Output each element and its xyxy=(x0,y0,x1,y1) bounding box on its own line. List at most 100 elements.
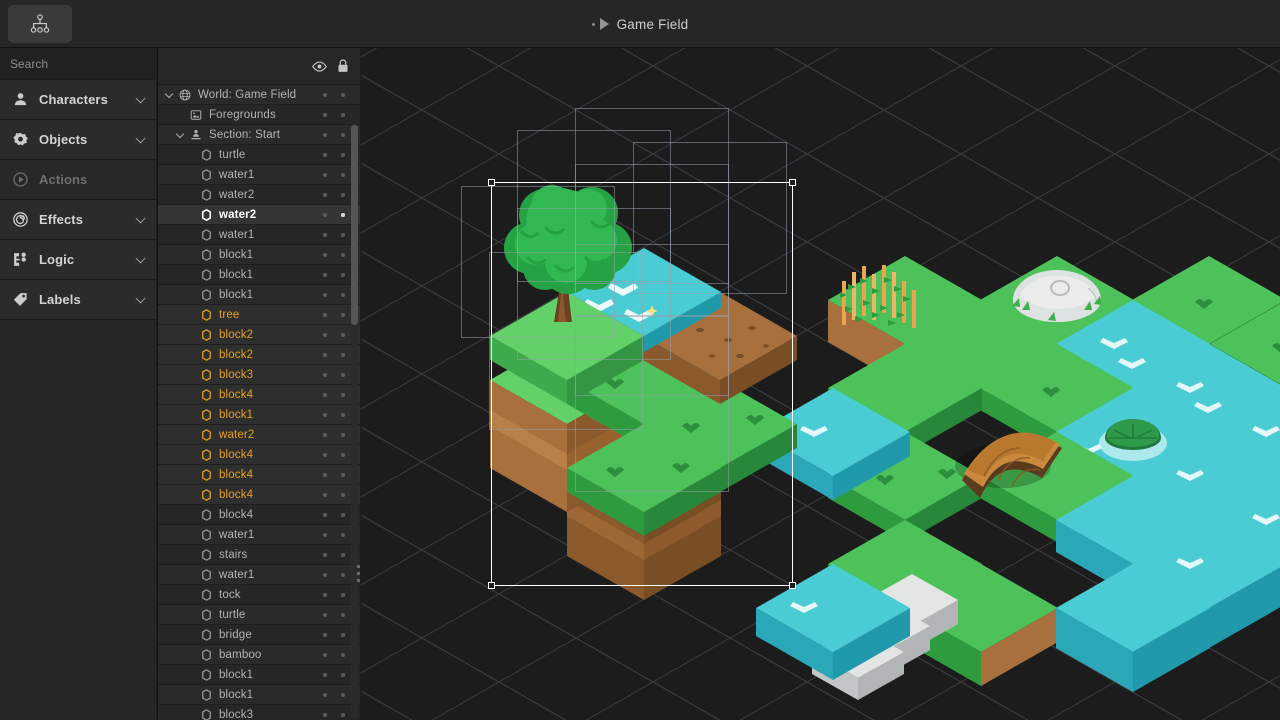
visibility-toggle[interactable] xyxy=(316,613,334,617)
visibility-toggle[interactable] xyxy=(316,293,334,297)
visibility-toggle[interactable] xyxy=(316,393,334,397)
lock-toggle[interactable] xyxy=(334,233,352,237)
visibility-toggle[interactable] xyxy=(316,133,334,137)
lock-toggle[interactable] xyxy=(334,613,352,617)
layer-row[interactable]: water2 xyxy=(158,425,360,445)
lock-toggle[interactable] xyxy=(334,433,352,437)
layer-row[interactable]: water1 xyxy=(158,565,360,585)
lock-toggle[interactable] xyxy=(334,493,352,497)
lock-toggle[interactable] xyxy=(334,473,352,477)
layer-row[interactable]: block1 xyxy=(158,265,360,285)
lock-toggle[interactable] xyxy=(334,193,352,197)
visibility-toggle[interactable] xyxy=(316,373,334,377)
layer-row[interactable]: block1 xyxy=(158,245,360,265)
visibility-toggle[interactable] xyxy=(316,493,334,497)
lock-toggle[interactable] xyxy=(334,253,352,257)
lock-toggle[interactable] xyxy=(334,653,352,657)
layer-tree-list[interactable]: World: Game FieldForegroundsSection: Sta… xyxy=(158,85,360,720)
lock-toggle[interactable] xyxy=(334,413,352,417)
layer-row[interactable]: water1 xyxy=(158,225,360,245)
layer-row[interactable]: Foregrounds xyxy=(158,105,360,125)
lock-toggle[interactable] xyxy=(334,173,352,177)
lock-toggle[interactable] xyxy=(334,593,352,597)
layer-row[interactable]: stairs xyxy=(158,545,360,565)
search-input[interactable] xyxy=(10,57,165,71)
lock-toggle[interactable] xyxy=(334,273,352,277)
visibility-toggle[interactable] xyxy=(316,153,334,157)
chevron-down-icon[interactable] xyxy=(136,213,146,223)
panel-resize-handle[interactable] xyxy=(356,558,361,588)
lock-toggle[interactable] xyxy=(334,573,352,577)
visibility-toggle[interactable] xyxy=(316,513,334,517)
eye-icon[interactable] xyxy=(312,61,327,72)
layer-row[interactable]: block2 xyxy=(158,325,360,345)
lock-toggle[interactable] xyxy=(334,113,352,117)
layer-row[interactable]: tock xyxy=(158,585,360,605)
layer-row[interactable]: turtle xyxy=(158,145,360,165)
visibility-toggle[interactable] xyxy=(316,253,334,257)
layer-row[interactable]: World: Game Field xyxy=(158,85,360,105)
hierarchy-button[interactable] xyxy=(8,5,72,43)
layer-row[interactable]: block1 xyxy=(158,685,360,705)
layer-row[interactable]: block3 xyxy=(158,705,360,720)
layer-scrollbar-thumb[interactable] xyxy=(351,125,358,325)
visibility-toggle[interactable] xyxy=(316,173,334,177)
isometric-game-field-viewport[interactable] xyxy=(361,48,1280,720)
visibility-toggle[interactable] xyxy=(316,233,334,237)
layer-row[interactable]: block4 xyxy=(158,465,360,485)
lock-toggle[interactable] xyxy=(334,293,352,297)
chevron-down-icon[interactable] xyxy=(136,93,146,103)
sidebar-item-characters[interactable]: Characters xyxy=(0,80,156,120)
visibility-toggle[interactable] xyxy=(316,113,334,117)
layer-row[interactable]: block4 xyxy=(158,505,360,525)
layer-row[interactable]: block4 xyxy=(158,445,360,465)
visibility-toggle[interactable] xyxy=(316,593,334,597)
layer-row[interactable]: water2 xyxy=(158,185,360,205)
lock-toggle[interactable] xyxy=(334,313,352,317)
layer-row[interactable]: water2 xyxy=(158,205,360,225)
visibility-toggle[interactable] xyxy=(316,553,334,557)
lock-toggle[interactable] xyxy=(334,513,352,517)
chevron-down-icon[interactable] xyxy=(136,133,146,143)
layer-row[interactable]: Section: Start xyxy=(158,125,360,145)
layer-row[interactable]: block3 xyxy=(158,365,360,385)
visibility-toggle[interactable] xyxy=(316,473,334,477)
visibility-toggle[interactable] xyxy=(316,93,334,97)
visibility-toggle[interactable] xyxy=(316,213,334,217)
visibility-toggle[interactable] xyxy=(316,713,334,717)
layer-row[interactable]: block4 xyxy=(158,385,360,405)
visibility-toggle[interactable] xyxy=(316,673,334,677)
lock-toggle[interactable] xyxy=(334,153,352,157)
lock-toggle[interactable] xyxy=(334,213,352,217)
layer-row[interactable]: water1 xyxy=(158,525,360,545)
visibility-toggle[interactable] xyxy=(316,693,334,697)
visibility-toggle[interactable] xyxy=(316,573,334,577)
visibility-toggle[interactable] xyxy=(316,273,334,277)
visibility-toggle[interactable] xyxy=(316,313,334,317)
lock-toggle[interactable] xyxy=(334,393,352,397)
visibility-toggle[interactable] xyxy=(316,333,334,337)
visibility-toggle[interactable] xyxy=(316,633,334,637)
sidebar-item-effects[interactable]: Effects xyxy=(0,200,156,240)
lock-toggle[interactable] xyxy=(334,693,352,697)
visibility-toggle[interactable] xyxy=(316,533,334,537)
visibility-toggle[interactable] xyxy=(316,353,334,357)
sidebar-item-labels[interactable]: Labels xyxy=(0,280,156,320)
lock-icon[interactable] xyxy=(337,59,349,73)
lock-toggle[interactable] xyxy=(334,133,352,137)
chevron-down-icon[interactable] xyxy=(166,90,175,99)
lock-toggle[interactable] xyxy=(334,533,352,537)
sidebar-item-objects[interactable]: Objects xyxy=(0,120,156,160)
visibility-toggle[interactable] xyxy=(316,653,334,657)
visibility-toggle[interactable] xyxy=(316,413,334,417)
lock-toggle[interactable] xyxy=(334,633,352,637)
lock-toggle[interactable] xyxy=(334,713,352,717)
search-row[interactable] xyxy=(0,48,156,80)
visibility-toggle[interactable] xyxy=(316,433,334,437)
layer-row[interactable]: block1 xyxy=(158,665,360,685)
layer-row[interactable]: water1 xyxy=(158,165,360,185)
layer-row[interactable]: block4 xyxy=(158,485,360,505)
visibility-toggle[interactable] xyxy=(316,453,334,457)
layer-row[interactable]: block2 xyxy=(158,345,360,365)
layer-row[interactable]: bridge xyxy=(158,625,360,645)
